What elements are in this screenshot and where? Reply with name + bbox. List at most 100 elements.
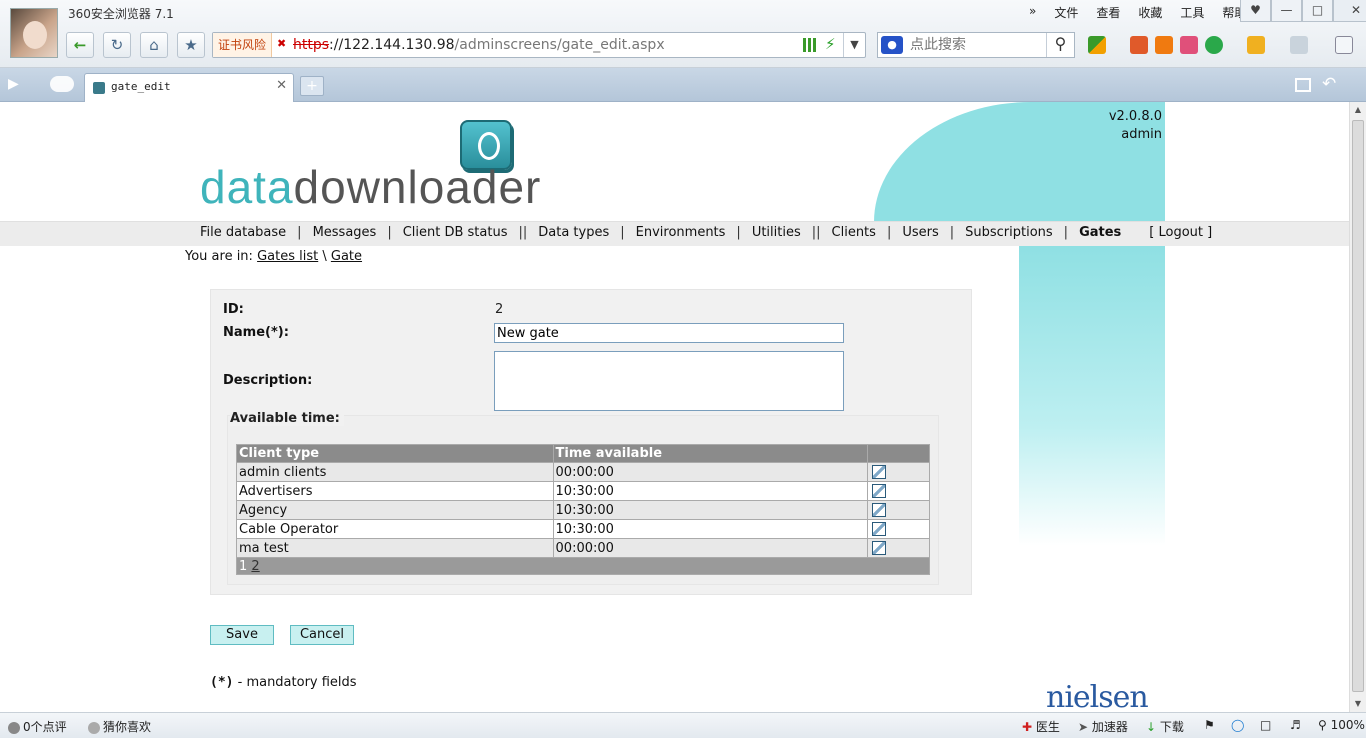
decorative-side-panel — [1019, 246, 1165, 546]
version-text: v2.0.8.0 — [1108, 109, 1162, 124]
home-button[interactable]: ⌂ — [140, 32, 168, 58]
search-icon[interactable]: ⚲ — [1046, 33, 1074, 57]
fullscreen-icon[interactable] — [1335, 36, 1353, 54]
pager-page-2-link[interactable]: 2 — [251, 559, 259, 574]
window-icon[interactable]: □ — [1260, 718, 1271, 732]
sidebar-toggle-icon[interactable]: ▶ — [8, 76, 30, 94]
page-favicon-icon — [93, 82, 105, 94]
comments-status[interactable]: 0个点评 — [8, 718, 67, 735]
restore-tabs-icon[interactable] — [1295, 78, 1311, 92]
column-time-available[interactable]: Time available — [552, 444, 869, 463]
nav-separator: || — [811, 225, 821, 240]
mandatory-fields-note: (*) - mandatory fields — [210, 675, 357, 690]
nav-file-database[interactable]: File database — [200, 225, 286, 240]
new-tab-button[interactable]: + — [300, 76, 324, 96]
doctor-button[interactable]: ✚ 医生 — [1022, 718, 1060, 735]
close-tab-icon[interactable]: ✕ — [276, 78, 287, 93]
breadcrumb-gate[interactable]: Gate — [331, 249, 362, 264]
accelerator-button[interactable]: ➤ 加速器 — [1078, 718, 1128, 735]
description-field[interactable] — [494, 351, 844, 411]
nav-clients[interactable]: Clients — [832, 225, 876, 240]
available-time-fieldset: Available time: Client type Time availab… — [227, 411, 939, 585]
menu-more[interactable]: » — [1020, 4, 1045, 21]
user-avatar[interactable] — [10, 8, 58, 58]
name-field[interactable] — [494, 323, 844, 343]
breadcrumb-separator: \ — [322, 249, 327, 264]
menu-tools[interactable]: 工具 — [1171, 4, 1213, 21]
nav-data-types[interactable]: Data types — [538, 225, 609, 240]
nav-separator: | — [1063, 225, 1069, 240]
scroll-thumb[interactable] — [1352, 120, 1364, 692]
calendar-icon[interactable] — [1130, 36, 1148, 54]
close-window-button[interactable]: ✕ — [1333, 0, 1366, 22]
scroll-up-arrow-icon[interactable]: ▲ — [1350, 102, 1366, 118]
refresh-button[interactable]: ↻ — [103, 32, 131, 58]
ie-compat-icon[interactable]: ◯ — [1231, 718, 1244, 732]
mandatory-text: - mandatory fields — [233, 675, 357, 690]
nav-client-db-status[interactable]: Client DB status — [403, 225, 508, 240]
broken-lock-icon[interactable]: ✖ — [277, 37, 291, 53]
back-button[interactable]: ← — [66, 32, 94, 58]
nav-subscriptions[interactable]: Subscriptions — [965, 225, 1053, 240]
menu-favorites[interactable]: 收藏 — [1129, 4, 1171, 21]
doctor-label: 医生 — [1035, 720, 1060, 734]
logo-text: datadownloader — [200, 160, 541, 214]
column-client-type[interactable]: Client type — [236, 444, 554, 463]
pager: 1 2 — [236, 557, 930, 575]
edit-icon[interactable] — [872, 541, 887, 555]
gift-icon[interactable] — [1180, 36, 1198, 54]
url-text[interactable]: https://122.144.130.98/adminscreens/gate… — [293, 37, 665, 53]
screenshot-icon[interactable] — [1290, 36, 1308, 54]
menu-view[interactable]: 查看 — [1087, 4, 1129, 21]
favorite-star-button[interactable]: ★ — [177, 32, 205, 58]
edit-icon[interactable] — [872, 503, 887, 517]
browser-title-bar: 360安全浏览器 7.1 » 文件 查看 收藏 工具 帮助 ♥ — □ ✕ ← … — [0, 0, 1366, 68]
skin-icon[interactable]: ♥ — [1240, 0, 1271, 22]
edit-icon[interactable] — [872, 484, 887, 498]
undo-close-icon[interactable]: ↶ — [1322, 74, 1336, 94]
cell-edit — [867, 481, 930, 501]
url-host: ://122.144.130.98 — [329, 37, 455, 53]
edit-icon[interactable] — [872, 522, 887, 536]
address-dropdown-chevron-icon[interactable]: ▼ — [843, 33, 865, 57]
scroll-down-arrow-icon[interactable]: ▼ — [1350, 696, 1366, 712]
flight-icon[interactable] — [1155, 36, 1173, 54]
minimize-button[interactable]: — — [1271, 0, 1302, 22]
cell-edit — [867, 519, 930, 539]
page-viewport: v2.0.8.0 admin datadownloader File datab… — [0, 102, 1349, 712]
baidu-paw-icon[interactable]: ● — [881, 36, 903, 54]
flag-icon[interactable]: ⚑ — [1204, 718, 1215, 732]
apps-grid-icon[interactable] — [1088, 36, 1106, 54]
speed-mode-icon[interactable]: ⚡ — [825, 35, 836, 53]
tab-bar: ▶ gate_edit ✕ + ↶ — [0, 68, 1366, 102]
volume-icon[interactable]: ♬ — [1290, 718, 1301, 732]
pager-row: 1 2 — [236, 557, 930, 575]
nav-logout[interactable]: [ Logout ] — [1149, 225, 1212, 240]
maximize-button[interactable]: □ — [1302, 0, 1333, 22]
cell-edit — [867, 500, 930, 520]
qr-code-icon[interactable] — [803, 38, 817, 52]
cloud-sync-icon[interactable] — [50, 76, 74, 92]
nav-users[interactable]: Users — [902, 225, 938, 240]
menu-file[interactable]: 文件 — [1045, 4, 1087, 21]
edit-icon[interactable] — [872, 465, 887, 479]
nav-utilities[interactable]: Utilities — [752, 225, 801, 240]
nav-separator: | — [736, 225, 741, 240]
search-input[interactable] — [910, 33, 1044, 57]
wallet-icon[interactable] — [1247, 36, 1265, 54]
zoom-control[interactable]: ⚲ 100% — [1318, 718, 1365, 732]
version-info: v2.0.8.0 admin — [1109, 108, 1162, 144]
download-button[interactable]: ↓ 下载 — [1146, 718, 1184, 735]
save-button[interactable]: Save — [210, 625, 274, 645]
address-bar[interactable]: 证书风险 ✖ https://122.144.130.98/adminscree… — [212, 32, 866, 58]
nav-gates[interactable]: Gates — [1079, 225, 1121, 240]
tab-gate-edit[interactable]: gate_edit ✕ — [84, 73, 294, 102]
cancel-button[interactable]: Cancel — [290, 625, 354, 645]
guess-you-like[interactable]: 猜你喜欢 — [88, 718, 151, 735]
shield-icon[interactable] — [1205, 36, 1223, 54]
nav-environments[interactable]: Environments — [636, 225, 726, 240]
vertical-scrollbar[interactable]: ▲ ▼ — [1349, 102, 1366, 712]
certificate-warning[interactable]: 证书风险 — [213, 33, 273, 57]
nav-messages[interactable]: Messages — [313, 225, 377, 240]
breadcrumb-gates-list[interactable]: Gates list — [257, 249, 318, 264]
